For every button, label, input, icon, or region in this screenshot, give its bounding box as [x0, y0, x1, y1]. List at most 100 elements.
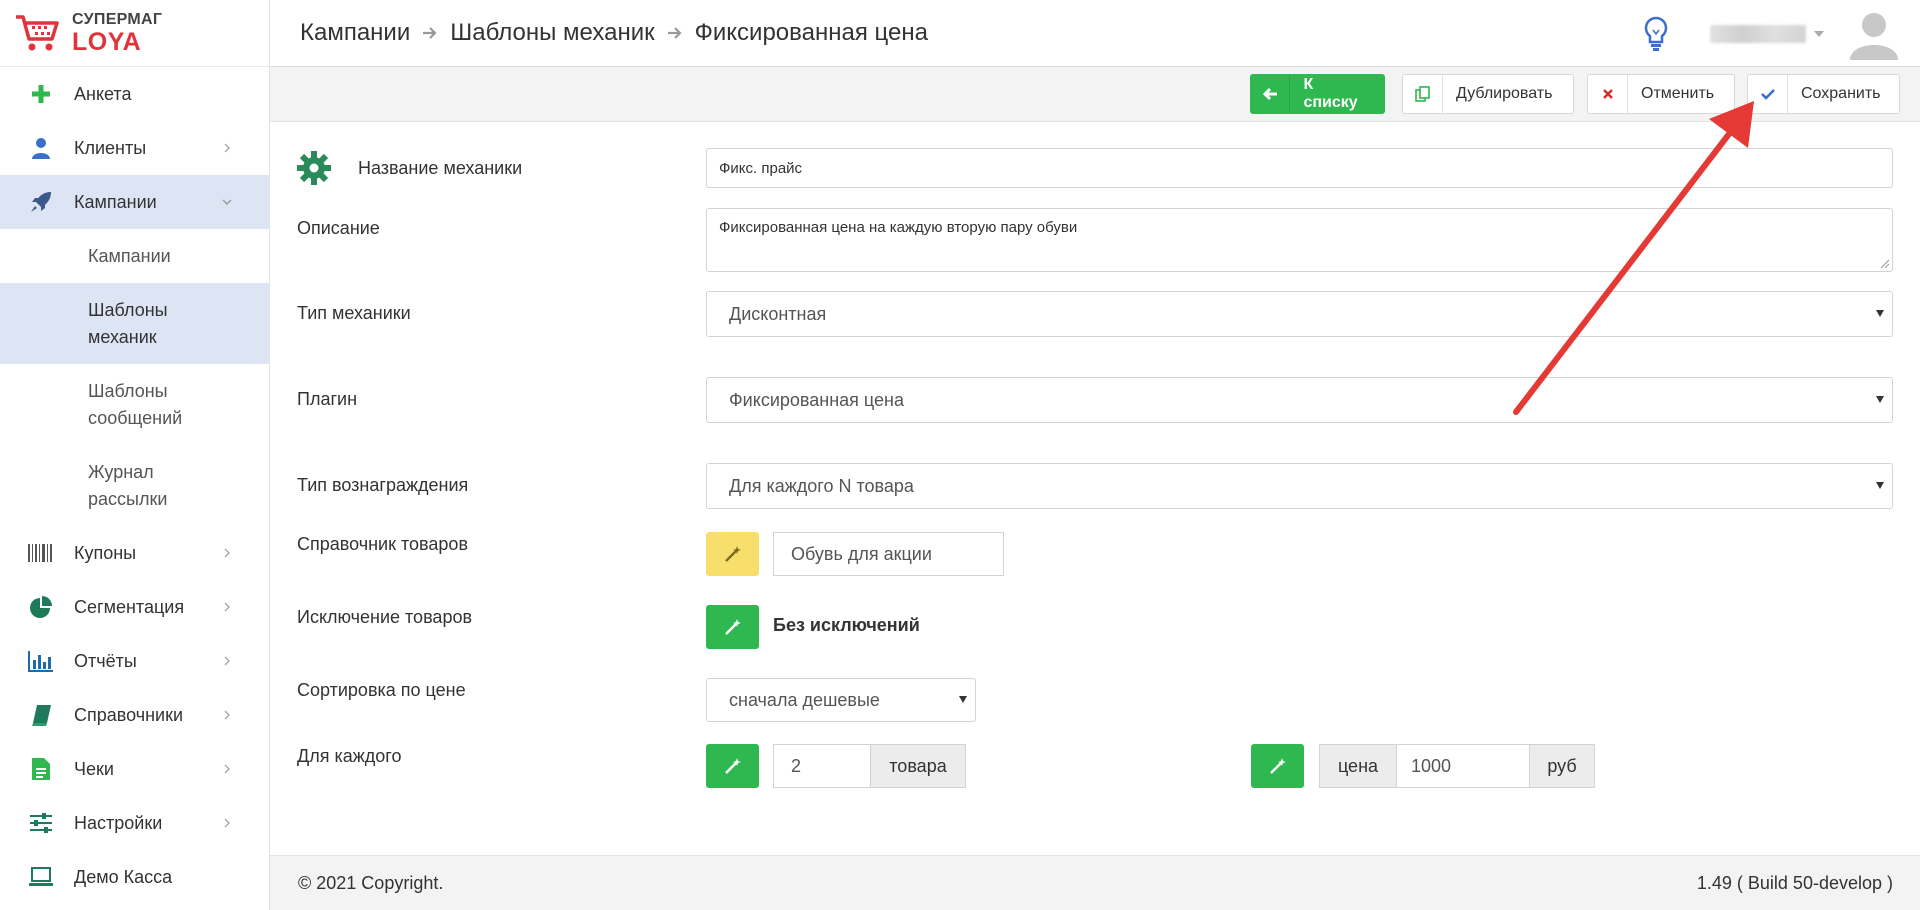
close-icon — [1588, 75, 1628, 113]
chevron-right-icon — [224, 143, 230, 153]
page-title: Фиксированная цена — [694, 19, 928, 46]
user-name-blurred[interactable] — [1710, 24, 1806, 43]
sidebar-item-label: Демо Касса — [74, 866, 173, 887]
chevron-right-icon — [224, 602, 230, 612]
each-unit-addon: товара — [870, 744, 966, 788]
arrow-right-icon — [667, 27, 682, 39]
sidebar-item-label: Сегментация — [74, 596, 185, 617]
caret-down-icon — [1876, 310, 1884, 317]
back-to-list-label: К списку — [1303, 76, 1358, 111]
catalog-label: Справочник товаров — [297, 534, 468, 554]
document-icon — [28, 756, 54, 782]
sidebar-item-receipts[interactable]: Чеки — [0, 742, 269, 796]
sidebar-subitem-message-templates[interactable]: Шаблоны сообщений — [0, 364, 269, 445]
sidebar-item-label: Клиенты — [74, 137, 147, 158]
sidebar-item-label: Справочники — [74, 704, 184, 725]
bar-chart-icon — [28, 648, 54, 674]
user-icon — [28, 135, 54, 161]
sidebar-subitem-mechanic-templates[interactable]: Шаблоны механик — [0, 283, 269, 364]
sidebar-subitem-label: Шаблоны сообщений — [88, 380, 183, 428]
avatar[interactable] — [1848, 8, 1900, 60]
sidebar-subitem-mailing-log[interactable]: Журнал рассылки — [0, 445, 269, 526]
gear-icon — [297, 151, 331, 185]
chevron-right-icon — [224, 764, 230, 774]
name-label: Название механики — [358, 158, 523, 178]
check-icon — [1748, 75, 1788, 113]
chevron-down-icon — [222, 199, 232, 205]
sidebar-item-label: Кампании — [74, 191, 157, 212]
sort-label: Сортировка по цене — [297, 680, 466, 700]
sidebar-item-anketa[interactable]: Анкета — [0, 67, 269, 121]
catalog-input[interactable]: Обувь для акции — [773, 532, 1004, 576]
type-label: Тип механики — [297, 303, 411, 323]
description-label: Описание — [297, 218, 380, 238]
magic-wand-icon — [1269, 758, 1286, 774]
logo[interactable]: СУПЕРМАГ LOYA — [0, 0, 269, 67]
sidebar-item-segmentation[interactable]: Сегментация — [0, 580, 269, 634]
sidebar-subitem-label: Шаблоны механик — [88, 299, 168, 347]
breadcrumb: Кампании Шаблоны механик Фиксированная ц… — [300, 19, 928, 47]
back-to-list-button[interactable]: К списку — [1250, 74, 1385, 114]
sidebar-item-reports[interactable]: Отчёты — [0, 634, 269, 688]
duplicate-button[interactable]: Дублировать — [1402, 74, 1574, 114]
header: Кампании Шаблоны механик Фиксированная ц… — [270, 0, 1920, 67]
magic-wand-icon — [724, 758, 741, 774]
reward-select[interactable]: Для каждого N товара — [706, 463, 1893, 509]
price-prefix-addon: цена — [1319, 744, 1397, 788]
mechanic-form: Название механики Фикс. прайс Описание Ф… — [270, 122, 1920, 855]
sidebar-item-label: Настройки — [74, 812, 163, 833]
sidebar-item-clients[interactable]: Клиенты — [0, 121, 269, 175]
duplicate-label: Дублировать — [1456, 85, 1553, 102]
sidebar-item-label: Отчёты — [74, 650, 137, 671]
sidebar-item-settings[interactable]: Настройки — [0, 796, 269, 850]
exclusion-picker-button[interactable] — [706, 605, 759, 649]
catalog-picker-button[interactable] — [706, 532, 759, 576]
description-text: Фиксированная цена на каждую вторую пару… — [719, 219, 1078, 236]
name-input[interactable]: Фикс. прайс — [706, 148, 1893, 188]
type-value: Дисконтная — [729, 303, 827, 324]
price-unit-addon: руб — [1529, 744, 1595, 788]
price-picker-button[interactable] — [1251, 744, 1304, 788]
sidebar-item-coupons[interactable]: Купоны — [0, 526, 269, 580]
sidebar-item-demo-cashbox[interactable]: Демо Касса — [0, 850, 269, 904]
brand-bottom: LOYA — [72, 27, 142, 56]
breadcrumb-campaigns[interactable]: Кампании — [300, 19, 410, 47]
chevron-right-icon — [224, 818, 230, 828]
lightbulb-icon[interactable] — [1642, 16, 1670, 52]
magic-wand-icon — [724, 546, 741, 562]
resize-handle-icon[interactable] — [1878, 257, 1890, 269]
type-select[interactable]: Дисконтная — [706, 291, 1893, 337]
description-textarea[interactable]: Фиксированная цена на каждую вторую пару… — [706, 208, 1893, 272]
sidebar-subitem-campaigns[interactable]: Кампании — [0, 229, 269, 283]
caret-down-icon — [959, 696, 967, 703]
chevron-down-icon[interactable] — [1814, 30, 1824, 37]
breadcrumb-mechanic-templates[interactable]: Шаблоны механик — [450, 19, 654, 47]
price-input[interactable]: 1000 — [1396, 744, 1530, 788]
each-count-input[interactable]: 2 — [773, 744, 871, 788]
barcode-icon — [28, 540, 54, 566]
sort-value: сначала дешевые — [729, 689, 880, 710]
cancel-button[interactable]: Отменить — [1587, 74, 1735, 114]
laptop-icon — [28, 864, 54, 890]
sidebar-item-label: Анкета — [74, 83, 132, 104]
brand-top: СУПЕРМАГ — [72, 10, 163, 28]
sidebar-item-campaigns[interactable]: Кампании — [0, 175, 269, 229]
chevron-right-icon — [224, 656, 230, 666]
save-button[interactable]: Сохранить — [1747, 74, 1900, 114]
plugin-label: Плагин — [297, 389, 358, 409]
sidebar-item-directories[interactable]: Справочники — [0, 688, 269, 742]
plugin-select[interactable]: Фиксированная цена — [706, 377, 1893, 423]
sliders-icon — [28, 810, 54, 836]
reward-value: Для каждого N товара — [729, 475, 914, 496]
sidebar-item-label: Купоны — [74, 542, 137, 563]
reward-label: Тип вознаграждения — [297, 475, 469, 495]
pie-chart-icon — [28, 594, 54, 620]
each-picker-button[interactable] — [706, 744, 759, 788]
sidebar: СУПЕРМАГ LOYA Анкета Клиенты Кампании Ка… — [0, 0, 270, 910]
book-icon — [28, 702, 54, 728]
sort-select[interactable]: сначала дешевые — [706, 678, 976, 722]
save-label: Сохранить — [1801, 85, 1881, 102]
sidebar-item-label: Чеки — [74, 758, 114, 779]
caret-down-icon — [1876, 482, 1884, 489]
cart-logo-icon — [16, 15, 59, 51]
